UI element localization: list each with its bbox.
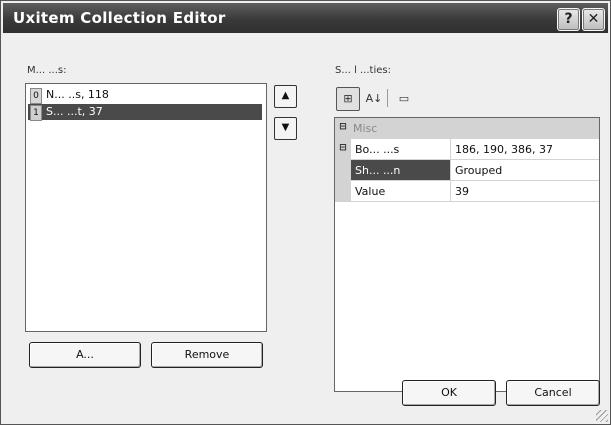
cancel-button[interactable]: Cancel bbox=[506, 380, 600, 406]
members-listbox[interactable]: 0 N... ..s, 118 1 S... ...t, 37 bbox=[25, 83, 267, 332]
remove-button-label: Remove bbox=[184, 348, 230, 361]
categorized-view-button[interactable]: ⊞ bbox=[336, 87, 360, 111]
move-up-button[interactable]: ▲ bbox=[274, 85, 297, 108]
property-name[interactable]: Value bbox=[351, 181, 451, 202]
list-item-selected[interactable]: 1 S... ...t, 37 bbox=[28, 104, 262, 121]
property-name[interactable]: Sh... ...n bbox=[351, 160, 451, 181]
list-item[interactable]: 0 N... ..s, 118 bbox=[28, 87, 262, 104]
row-gutter bbox=[335, 181, 351, 202]
property-name[interactable]: Bo... ...s bbox=[351, 139, 451, 160]
cancel-button-label: Cancel bbox=[534, 386, 572, 399]
property-pages-button[interactable]: ▭ bbox=[392, 87, 416, 111]
property-row[interactable]: ⊟ Bo... ...s 186, 190, 386, 37 bbox=[335, 139, 599, 160]
list-item-index: 0 bbox=[30, 88, 42, 104]
list-item-text: N... ..s, 118 bbox=[46, 88, 109, 101]
property-pages-icon: ▭ bbox=[398, 92, 410, 105]
category-label: Misc bbox=[353, 122, 378, 135]
arrow-up-icon: ▲ bbox=[281, 90, 290, 101]
collapse-icon[interactable]: ⊟ bbox=[339, 144, 347, 153]
list-item-text: S... ...t, 37 bbox=[46, 105, 103, 118]
alphabetical-view-button[interactable]: A↓ bbox=[362, 87, 386, 111]
resize-grip[interactable] bbox=[596, 410, 608, 422]
members-label: M... ...s: bbox=[27, 65, 67, 76]
property-row-selected[interactable]: Sh... ...n Grouped bbox=[335, 160, 599, 181]
property-grid-toolbar: ⊞ A↓ ▭ bbox=[334, 85, 598, 113]
add-button[interactable]: A... bbox=[29, 342, 141, 368]
help-icon: ? bbox=[564, 11, 573, 27]
collection-editor-dialog: Uxitem Collection Editor ? ✕ M... ...s: … bbox=[0, 0, 611, 425]
help-button[interactable]: ? bbox=[557, 8, 580, 31]
property-value[interactable]: 39 bbox=[451, 181, 599, 202]
title-bar[interactable]: Uxitem Collection Editor ? ✕ bbox=[3, 3, 608, 33]
sort-alphabetical-icon: A↓ bbox=[365, 92, 383, 105]
move-down-button[interactable]: ▼ bbox=[274, 117, 297, 140]
properties-label: S... l ...ties: bbox=[335, 65, 391, 76]
category-row-misc[interactable]: ⊟ Misc bbox=[335, 118, 599, 139]
toolbar-separator bbox=[387, 89, 388, 107]
ok-button[interactable]: OK bbox=[402, 380, 496, 406]
row-gutter bbox=[335, 160, 351, 181]
remove-button[interactable]: Remove bbox=[151, 342, 263, 368]
property-value[interactable]: Grouped bbox=[451, 160, 599, 181]
property-value[interactable]: 186, 190, 386, 37 bbox=[451, 139, 599, 160]
close-button[interactable]: ✕ bbox=[582, 8, 605, 31]
categorized-icon: ⊞ bbox=[343, 92, 353, 105]
add-button-label: A... bbox=[76, 348, 94, 361]
close-icon: ✕ bbox=[587, 11, 600, 27]
list-item-index: 1 bbox=[30, 105, 42, 121]
row-gutter: ⊟ bbox=[335, 139, 351, 160]
arrow-down-icon: ▼ bbox=[281, 122, 290, 133]
property-grid[interactable]: ⊟ Misc ⊟ Bo... ...s 186, 190, 386, 37 Sh… bbox=[334, 117, 600, 392]
ok-button-label: OK bbox=[441, 386, 457, 399]
property-row[interactable]: Value 39 bbox=[335, 181, 599, 202]
collapse-icon: ⊟ bbox=[339, 122, 347, 132]
window-title: Uxitem Collection Editor bbox=[13, 9, 226, 27]
